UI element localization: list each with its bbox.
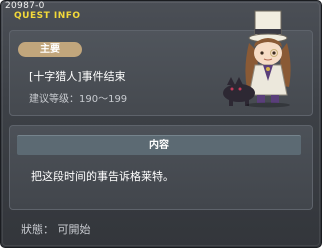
quest-status: 狀態： 可開始 [21, 223, 91, 236]
quest-info-window: 20987-0 QUEST INFO 主要 [十字猎人]事件结束 建议等级：19… [0, 0, 322, 248]
quest-name: [十字猎人]事件结束 [29, 70, 126, 83]
quest-category-tag: 主要 [18, 42, 82, 57]
quest-description: 把这段时间的事告诉格莱特。 [31, 170, 174, 183]
quest-id: 20987-0 [5, 1, 45, 11]
content-header: 内容 [17, 135, 301, 155]
npc-portrait-icon [223, 10, 291, 108]
recommended-level: 建议等级：190～199 [29, 94, 128, 105]
window-title: QUEST INFO [14, 11, 81, 21]
